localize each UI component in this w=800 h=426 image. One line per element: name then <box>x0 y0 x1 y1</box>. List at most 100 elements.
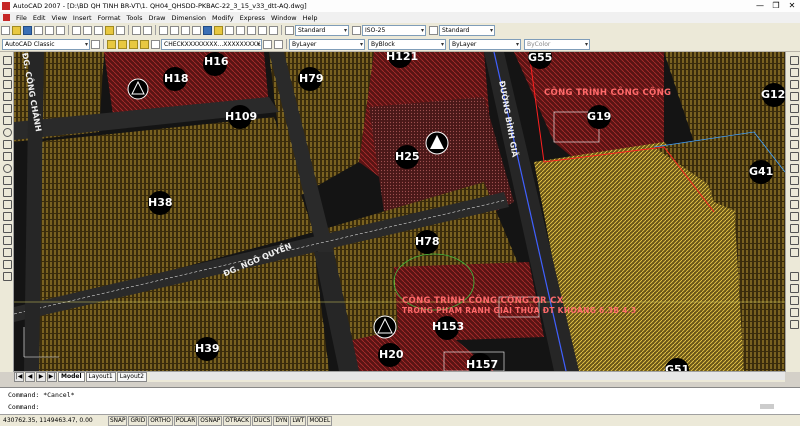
tab-layout2[interactable]: Layout2 <box>116 372 147 382</box>
osnap-toggle[interactable]: OSNAP <box>198 415 223 426</box>
make-block-icon[interactable] <box>3 200 12 209</box>
color-select[interactable]: ByLayer <box>289 38 365 50</box>
revision-cloud-icon[interactable] <box>3 140 12 149</box>
table-style-select[interactable]: Standard <box>439 24 495 36</box>
match-properties-icon[interactable] <box>105 25 114 35</box>
otrack-toggle[interactable]: OTRACK <box>223 415 251 426</box>
layer-previous-icon[interactable] <box>274 39 283 49</box>
multiline-text-icon[interactable] <box>3 272 12 281</box>
layer-color-icon[interactable] <box>151 39 160 49</box>
grid-toggle[interactable]: GRID <box>128 415 148 426</box>
layer-state-icon[interactable] <box>118 39 127 49</box>
tab-last-button[interactable]: ▶| <box>47 372 57 382</box>
dyn-toggle[interactable]: DYN <box>273 415 290 426</box>
cut-icon[interactable] <box>72 25 81 35</box>
menu-modify[interactable]: Modify <box>209 14 237 22</box>
minimize-button[interactable]: — <box>752 0 768 12</box>
pan-icon[interactable] <box>159 25 168 35</box>
polar-toggle[interactable]: POLAR <box>173 415 198 426</box>
point-icon[interactable] <box>3 212 12 221</box>
workspace-settings-icon[interactable] <box>91 39 100 49</box>
quickcalc-icon[interactable] <box>258 25 267 35</box>
spline-icon[interactable] <box>3 152 12 161</box>
hatch-icon[interactable] <box>3 224 12 233</box>
dimension-icon[interactable] <box>790 272 799 281</box>
copy-icon[interactable] <box>83 25 92 35</box>
rotate-icon[interactable] <box>790 128 799 137</box>
command-prompt[interactable]: Command: <box>8 403 39 411</box>
dim-angular-icon[interactable] <box>790 284 799 293</box>
menu-dimension[interactable]: Dimension <box>168 14 209 22</box>
paste-icon[interactable] <box>94 25 103 35</box>
ortho-toggle[interactable]: ORTHO <box>148 415 173 426</box>
copy-object-icon[interactable] <box>790 68 799 77</box>
linetype-select[interactable]: ByBlock <box>368 38 446 50</box>
arc-icon[interactable] <box>3 116 12 125</box>
menu-edit[interactable]: Edit <box>30 14 49 22</box>
ellipse-icon[interactable] <box>3 164 12 173</box>
tab-first-button[interactable]: |◀ <box>14 372 24 382</box>
menu-format[interactable]: Format <box>95 14 124 22</box>
mirror-icon[interactable] <box>790 80 799 89</box>
menu-help[interactable]: Help <box>300 14 321 22</box>
rectangle-icon[interactable] <box>3 104 12 113</box>
erase-icon[interactable] <box>790 56 799 65</box>
sheet-set-icon[interactable] <box>236 25 245 35</box>
lineweight-select[interactable]: ByLayer <box>449 38 521 50</box>
horizontal-scrollbar[interactable] <box>150 372 785 380</box>
close-button[interactable]: ✕ <box>784 0 800 12</box>
redo-icon[interactable] <box>143 25 152 35</box>
join-icon[interactable] <box>790 212 799 221</box>
new-icon[interactable] <box>1 25 10 35</box>
design-center-icon[interactable] <box>214 25 223 35</box>
gradient-icon[interactable] <box>3 236 12 245</box>
autocad-app-icon[interactable] <box>2 2 10 10</box>
tab-prev-button[interactable]: ◀ <box>25 372 35 382</box>
scale-icon[interactable] <box>790 140 799 149</box>
maximize-button[interactable]: ❐ <box>768 0 784 12</box>
undo-icon[interactable] <box>132 25 141 35</box>
extend-icon[interactable] <box>790 176 799 185</box>
fillet-icon[interactable] <box>790 236 799 245</box>
tab-next-button[interactable]: ▶ <box>36 372 46 382</box>
break-icon[interactable] <box>790 200 799 209</box>
dim-style-select[interactable]: ISO-25 <box>362 24 426 36</box>
text-style-select[interactable]: Standard <box>295 24 349 36</box>
menu-tools[interactable]: Tools <box>123 14 145 22</box>
table-style-icon[interactable] <box>429 25 438 35</box>
command-window[interactable]: Command: *Cancel* Command: <box>0 387 800 414</box>
dim-continue-icon[interactable] <box>790 320 799 329</box>
trim-icon[interactable] <box>790 164 799 173</box>
break-at-point-icon[interactable] <box>790 188 799 197</box>
command-scrollbar-thumb[interactable] <box>760 404 774 409</box>
model-toggle[interactable]: MODEL <box>307 415 333 426</box>
layer-select[interactable]: CHECKXXXXXXXX...XXXXXXXXXXXXX <box>161 38 262 50</box>
markup-icon[interactable] <box>247 25 256 35</box>
plotstyle-select[interactable]: ByColor <box>524 38 590 50</box>
zoom-previous-icon[interactable] <box>192 25 201 35</box>
menu-window[interactable]: Window <box>268 14 300 22</box>
lwt-toggle[interactable]: LWT <box>290 415 307 426</box>
menu-insert[interactable]: Insert <box>70 14 95 22</box>
document-icon[interactable] <box>3 14 10 21</box>
print-preview-icon[interactable] <box>45 25 54 35</box>
block-editor-icon[interactable] <box>116 25 125 35</box>
construction-line-icon[interactable] <box>3 68 12 77</box>
tool-palettes-icon[interactable] <box>225 25 234 35</box>
stretch-icon[interactable] <box>790 152 799 161</box>
region-icon[interactable] <box>3 248 12 257</box>
workspace-select[interactable]: AutoCAD Classic <box>2 38 90 50</box>
layer-lock-icon[interactable] <box>140 39 149 49</box>
polyline-icon[interactable] <box>3 80 12 89</box>
ellipse-arc-icon[interactable] <box>3 176 12 185</box>
polygon-icon[interactable] <box>3 92 12 101</box>
menu-file[interactable]: File <box>13 14 30 22</box>
publish-icon[interactable] <box>56 25 65 35</box>
zoom-realtime-icon[interactable] <box>170 25 179 35</box>
tab-layout1[interactable]: Layout1 <box>85 372 116 382</box>
line-icon[interactable] <box>3 56 12 65</box>
dim-style-icon[interactable] <box>352 25 361 35</box>
dim-radius-icon[interactable] <box>790 296 799 305</box>
make-current-layer-icon[interactable] <box>263 39 272 49</box>
layer-freeze-icon[interactable] <box>129 39 138 49</box>
